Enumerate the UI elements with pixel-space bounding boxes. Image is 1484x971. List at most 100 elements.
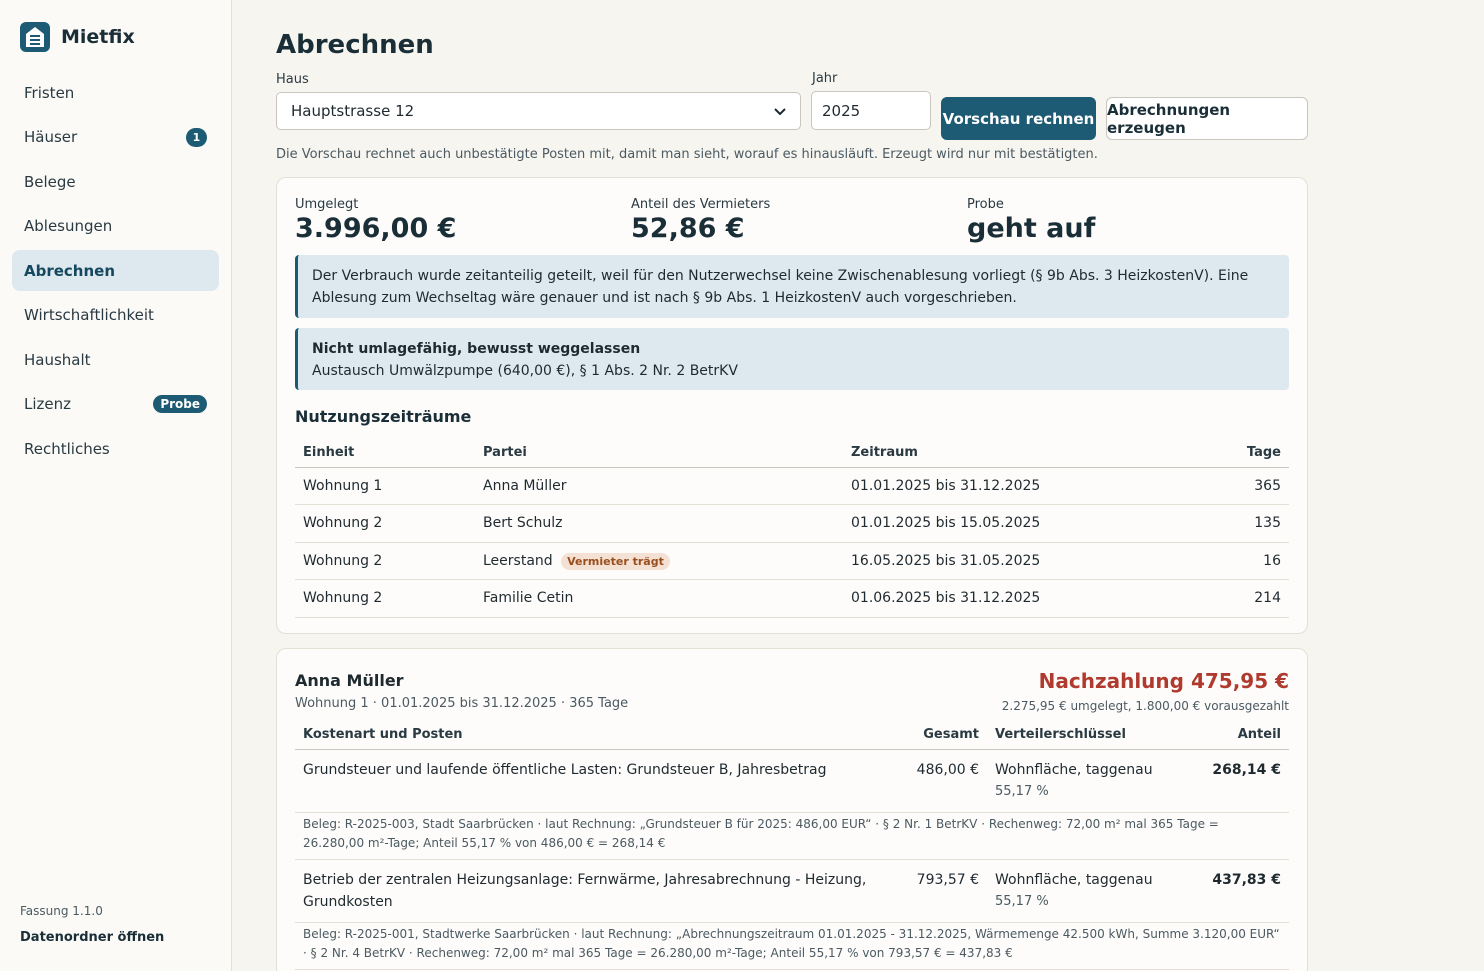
notice-text: Austausch Umwälzpumpe (640,00 €), § 1 Ab…: [312, 363, 738, 379]
cell-einheit: Wohnung 2: [295, 504, 475, 543]
sidebar-item-label: Abrechnen: [24, 261, 116, 280]
umgelegt-stat: Umgelegt 3.996,00 €: [295, 197, 456, 244]
chevron-down-icon: [774, 102, 786, 120]
sidebar: Mietfix Fristen Häuser 1 Belege Ablesunge…: [0, 0, 232, 971]
notice-title: Nicht umlagefähig, bewusst weggelassen: [312, 341, 641, 357]
beleg-row: Beleg: R-2025-001, Stadtwerke Saarbrücke…: [295, 922, 1289, 970]
cell-gesamt: 793,57 €: [905, 859, 987, 923]
cell-tage: 214: [1143, 579, 1289, 618]
table-row: Wohnung 2 Familie Cetin 01.06.2025 bis 3…: [295, 579, 1289, 618]
haus-select[interactable]: Hauptstrasse 12: [276, 92, 801, 130]
sidebar-nav: Fristen Häuser 1 Belege Ablesungen Abrech…: [12, 72, 219, 473]
table-row: Grundsteuer und laufende öffentliche Las…: [295, 749, 1289, 813]
schluessel-percent: 55,17 %: [995, 893, 1049, 909]
sidebar-item-rechtliches[interactable]: Rechtliches: [12, 428, 219, 469]
cell-zeitraum: 01.01.2025 bis 15.05.2025: [843, 504, 1143, 543]
column-header-kostenart: Kostenart und Posten: [295, 720, 905, 750]
preview-hint: Die Vorschau rechnet auch unbestätigte P…: [276, 147, 1098, 162]
jahr-input[interactable]: 2025: [811, 91, 931, 130]
table-header-row: Einheit Partei Zeitraum Tage: [295, 438, 1289, 468]
cell-einheit: Wohnung 1: [295, 467, 475, 505]
sidebar-item-ablesungen[interactable]: Ablesungen: [12, 206, 219, 247]
table-row: Wohnung 1 Anna Müller 01.01.2025 bis 31.…: [295, 467, 1289, 505]
vermieter-traegt-badge: Vermieter trägt: [561, 552, 670, 570]
cell-kostenart: Betrieb der zentralen Heizungsanlage: Fe…: [295, 859, 905, 923]
cell-zeitraum: 01.01.2025 bis 31.12.2025: [843, 467, 1143, 505]
brand[interactable]: Mietfix: [20, 22, 135, 52]
sidebar-item-wirtschaftlichkeit[interactable]: Wirtschaftlichkeit: [12, 295, 219, 336]
probe-label: Probe: [967, 197, 1004, 212]
column-header-tage: Tage: [1143, 438, 1289, 468]
table-header-row: Kostenart und Posten Gesamt Verteilersch…: [295, 720, 1289, 750]
cell-einheit: Wohnung 2: [295, 579, 475, 618]
cell-partei: Leerstand Vermieter trägt: [475, 542, 843, 580]
preview-button[interactable]: Vorschau rechnen: [941, 97, 1096, 140]
cell-schluessel: Wohnfläche, taggenau 55,17 %: [987, 749, 1187, 813]
cell-partei: Anna Müller: [475, 467, 843, 505]
sidebar-item-label: Haushalt: [24, 350, 91, 369]
count-badge: 1: [186, 127, 207, 147]
table-row: Betrieb der zentralen Heizungsanlage: Fe…: [295, 859, 1289, 923]
vermieter-label: Anteil des Vermieters: [631, 197, 771, 212]
beleg-detail: Beleg: R-2025-003, Stadt Saarbrücken · l…: [295, 812, 1289, 860]
verbrauch-notice-text: Der Verbrauch wurde zeitanteilig geteilt…: [312, 268, 1249, 306]
cell-gesamt: 486,00 €: [905, 749, 987, 813]
cell-kostenart: Grundsteuer und laufende öffentliche Las…: [295, 749, 905, 813]
cell-einheit: Wohnung 2: [295, 542, 475, 580]
open-data-folder-link[interactable]: Datenordner öffnen: [20, 930, 164, 945]
probe-badge: Probe: [153, 395, 207, 413]
party-name: Anna Müller: [295, 671, 404, 690]
sidebar-item-lizenz[interactable]: Lizenz Probe: [12, 384, 219, 425]
sidebar-item-label: Häuser: [24, 128, 78, 146]
sidebar-item-haeuser[interactable]: Häuser 1: [12, 117, 219, 158]
cell-anteil: 437,83 €: [1187, 859, 1289, 923]
jahr-label: Jahr: [812, 71, 838, 86]
sidebar-item-label: Wirtschaftlichkeit: [24, 306, 154, 324]
cell-tage: 135: [1143, 504, 1289, 543]
house-logo-icon: [20, 22, 50, 52]
vermieter-value: 52,86 €: [631, 213, 745, 244]
cell-anteil: 268,14 €: [1187, 749, 1289, 813]
cell-tage: 16: [1143, 542, 1289, 580]
schluessel-percent: 55,17 %: [995, 783, 1049, 799]
version-label: Fassung 1.1.0: [20, 904, 103, 918]
nachzahlung-amount: Nachzahlung 475,95 €: [1038, 669, 1289, 693]
cost-table: Kostenart und Posten Gesamt Verteilersch…: [295, 720, 1289, 970]
nutzungszeitraeume-table: Einheit Partei Zeitraum Tage Wohnung 1 A…: [295, 438, 1289, 618]
sidebar-item-abrechnen[interactable]: Abrechnen: [12, 250, 219, 291]
cell-tage: 365: [1143, 467, 1289, 505]
table-row: Wohnung 2 Bert Schulz 01.01.2025 bis 15.…: [295, 504, 1289, 543]
column-header-partei: Partei: [475, 438, 843, 468]
beleg-detail: Beleg: R-2025-001, Stadtwerke Saarbrücke…: [295, 922, 1289, 970]
page-title: Abrechnen: [276, 30, 434, 60]
cell-schluessel: Wohnfläche, taggenau 55,17 %: [987, 859, 1187, 923]
column-header-gesamt: Gesamt: [905, 720, 987, 750]
summary-card: Umgelegt 3.996,00 € Anteil des Vermieter…: [276, 177, 1308, 634]
party-card: Anna Müller Wohnung 1 · 01.01.2025 bis 3…: [276, 648, 1308, 971]
cell-zeitraum: 16.05.2025 bis 31.05.2025: [843, 542, 1143, 580]
schluessel-label: Wohnfläche, taggenau: [995, 871, 1153, 888]
haus-label: Haus: [276, 72, 309, 87]
column-header-anteil: Anteil: [1187, 720, 1289, 750]
sidebar-item-label: Ablesungen: [24, 217, 113, 235]
nutzungszeitraeume-title: Nutzungszeiträume: [295, 407, 472, 426]
cell-zeitraum: 01.06.2025 bis 31.12.2025: [843, 579, 1143, 618]
cell-partei: Familie Cetin: [475, 579, 843, 618]
haus-select-value: Hauptstrasse 12: [291, 102, 415, 120]
generate-button[interactable]: Abrechnungen erzeugen: [1106, 97, 1308, 140]
sidebar-item-label: Rechtliches: [24, 439, 110, 458]
nicht-umlagefaehig-notice: Nicht umlagefähig, bewusst weggelassen A…: [295, 328, 1289, 390]
probe-value: geht auf: [967, 213, 1096, 244]
sidebar-item-fristen[interactable]: Fristen: [12, 72, 219, 113]
vermieter-stat: Anteil des Vermieters 52,86 €: [631, 197, 770, 244]
umgelegt-value: 3.996,00 €: [295, 213, 457, 244]
brand-name: Mietfix: [61, 26, 135, 48]
sidebar-item-label: Lizenz: [24, 395, 72, 413]
sidebar-item-belege[interactable]: Belege: [12, 161, 219, 202]
column-header-zeitraum: Zeitraum: [843, 438, 1143, 468]
schluessel-label: Wohnfläche, taggenau: [995, 761, 1153, 778]
umgelegt-label: Umgelegt: [295, 197, 359, 212]
sidebar-item-label: Fristen: [24, 83, 75, 102]
column-header-schluessel: Verteilerschlüssel: [987, 720, 1187, 750]
sidebar-item-haushalt[interactable]: Haushalt: [12, 339, 219, 380]
